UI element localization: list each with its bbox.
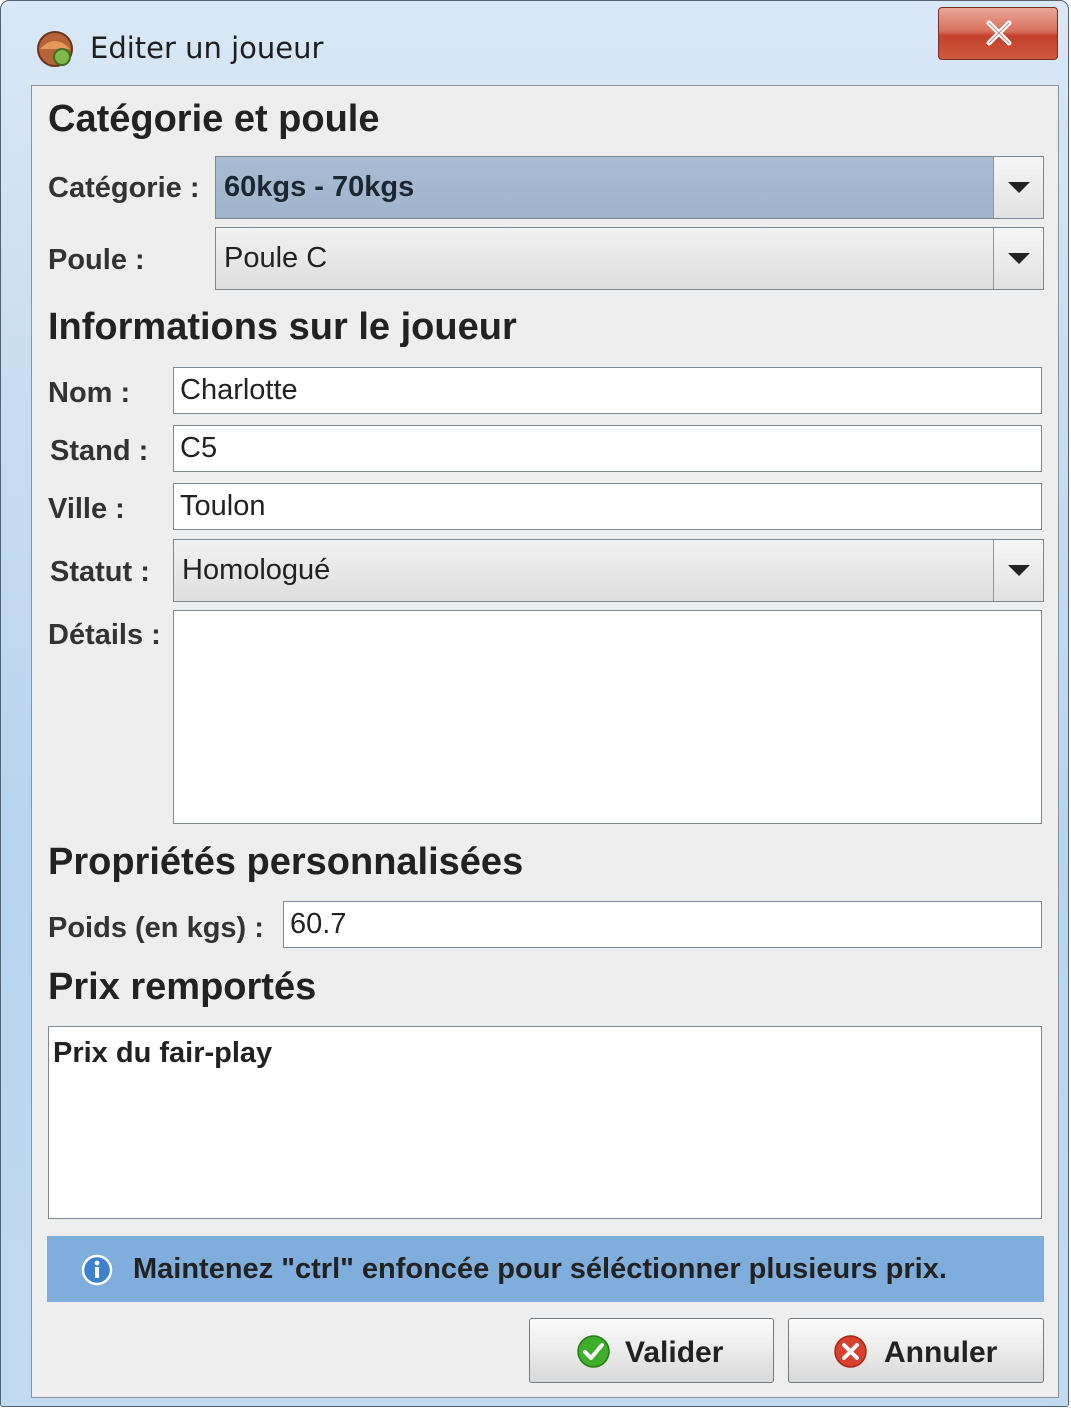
- category-select[interactable]: 60kgs - 70kgs: [215, 156, 1044, 219]
- info-icon: [81, 1254, 113, 1286]
- list-item[interactable]: Prix du fair-play: [53, 1037, 272, 1070]
- close-button[interactable]: [938, 7, 1058, 60]
- section-title-prizes: Prix remportés: [48, 966, 317, 1008]
- cancel-button[interactable]: Annuler: [788, 1318, 1044, 1383]
- info-text: Maintenez "ctrl" enfoncée pour séléction…: [133, 1253, 947, 1285]
- details-textarea[interactable]: [173, 610, 1042, 824]
- pool-dropdown-button[interactable]: [993, 228, 1043, 289]
- section-title-category: Catégorie et poule: [48, 98, 380, 140]
- window-title: Editer un joueur: [90, 31, 324, 65]
- category-value: 60kgs - 70kgs: [224, 171, 415, 203]
- chevron-down-icon: [1008, 253, 1030, 264]
- chevron-down-icon: [1008, 565, 1030, 576]
- ok-button[interactable]: Valider: [529, 1318, 774, 1383]
- weight-field[interactable]: [283, 901, 1042, 948]
- cancel-label: Annuler: [884, 1336, 998, 1369]
- section-title-player-info: Informations sur le joueur: [48, 306, 517, 348]
- title-bar[interactable]: Editer un joueur: [1, 1, 1068, 87]
- ok-label: Valider: [625, 1336, 724, 1369]
- dialog-window: Editer un joueur Catégorie et poule Caté…: [0, 0, 1069, 1407]
- stand-field[interactable]: [173, 425, 1042, 472]
- cancel-icon: [834, 1335, 867, 1368]
- name-field[interactable]: [173, 367, 1042, 414]
- app-icon: [37, 31, 73, 67]
- name-label: Nom :: [48, 377, 131, 409]
- info-bar: Maintenez "ctrl" enfoncée pour séléction…: [47, 1236, 1044, 1302]
- category-dropdown-button[interactable]: [993, 157, 1043, 218]
- stand-label: Stand :: [50, 435, 149, 467]
- status-value: Homologué: [182, 554, 331, 586]
- prizes-list[interactable]: Prix du fair-play: [48, 1026, 1042, 1219]
- dialog-content: Catégorie et poule Catégorie : 60kgs - 7…: [31, 85, 1059, 1398]
- city-field[interactable]: [173, 483, 1042, 530]
- status-label: Statut :: [50, 556, 150, 588]
- status-select[interactable]: Homologué: [173, 539, 1044, 602]
- pool-select[interactable]: Poule C: [215, 227, 1044, 290]
- pool-value: Poule C: [224, 242, 328, 274]
- category-label: Catégorie :: [48, 172, 200, 204]
- weight-label: Poids (en kgs) :: [48, 912, 264, 944]
- status-dropdown-button[interactable]: [993, 540, 1043, 601]
- close-icon: [986, 20, 1012, 46]
- details-label: Détails :: [48, 619, 161, 651]
- city-label: Ville :: [48, 493, 125, 525]
- chevron-down-icon: [1008, 182, 1030, 193]
- check-icon: [577, 1335, 610, 1368]
- section-title-custom-props: Propriétés personnalisées: [48, 841, 524, 883]
- pool-label: Poule :: [48, 244, 145, 276]
